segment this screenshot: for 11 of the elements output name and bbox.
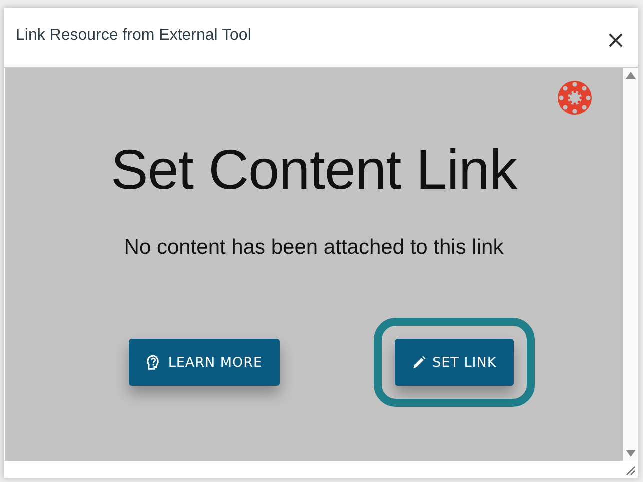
scrollbar[interactable]: [623, 68, 638, 461]
help-head-icon: [146, 355, 162, 370]
pencil-icon: [412, 356, 426, 370]
close-button[interactable]: ×: [602, 28, 630, 52]
set-link-button[interactable]: SET LINK: [394, 339, 514, 386]
resize-grip-icon[interactable]: [626, 466, 636, 476]
logo-icon: [557, 80, 593, 116]
heading: Set Content Link: [110, 138, 518, 202]
learn-more-button[interactable]: LEARN MORE: [129, 339, 280, 386]
dialog-title: Link Resource from External Tool: [16, 27, 252, 45]
message-text: No content has been attached to this link: [124, 236, 504, 260]
